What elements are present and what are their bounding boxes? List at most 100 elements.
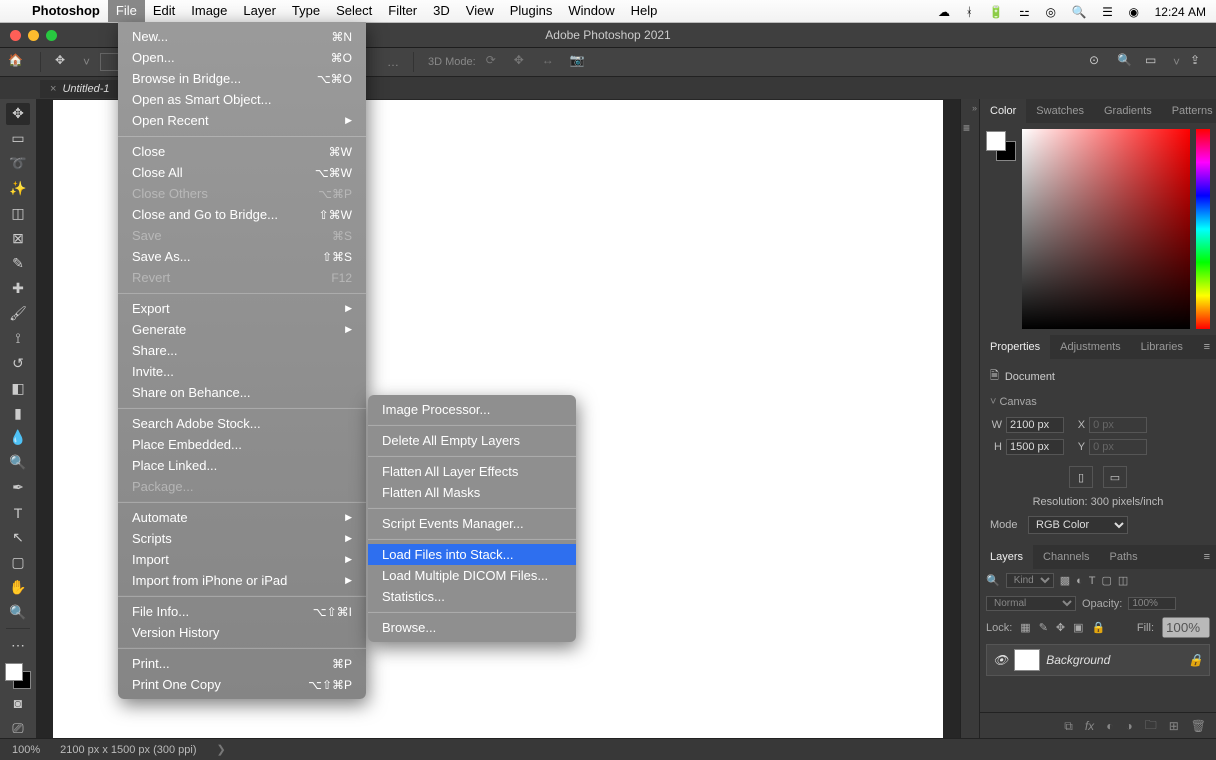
menu-item[interactable]: Open Recent▶ xyxy=(118,110,366,131)
menu-item[interactable]: Close⌘W xyxy=(118,141,366,162)
3d-pan-icon[interactable]: ✥ xyxy=(514,53,532,71)
cloud-docs-icon[interactable]: ⊙ xyxy=(1089,53,1107,71)
lock-artboard-icon[interactable]: ▣ xyxy=(1073,621,1083,634)
menu-item[interactable]: Import from iPhone or iPad▶ xyxy=(118,570,366,591)
blend-mode-select[interactable]: Normal xyxy=(986,596,1076,611)
color-field[interactable] xyxy=(1022,129,1190,329)
search-icon[interactable]: 🔍 xyxy=(1117,53,1135,71)
menu-item[interactable]: Flatten All Masks xyxy=(368,482,576,503)
move-tool-icon[interactable]: ✥ xyxy=(55,53,73,71)
lock-position-icon[interactable]: ✥ xyxy=(1056,621,1065,634)
menu-plugins[interactable]: Plugins xyxy=(502,0,561,22)
menu-select[interactable]: Select xyxy=(328,0,380,22)
share-icon[interactable]: ⇪ xyxy=(1190,53,1208,71)
stamp-tool[interactable]: ⟟ xyxy=(6,327,30,349)
layer-row[interactable]: 👁 Background 🔒 xyxy=(986,644,1210,676)
menu-filter[interactable]: Filter xyxy=(380,0,425,22)
menu-item[interactable]: Delete All Empty Layers xyxy=(368,430,576,451)
filter-adjust-icon[interactable]: ◐ xyxy=(1076,575,1083,587)
menu-type[interactable]: Type xyxy=(284,0,328,22)
hue-slider[interactable] xyxy=(1196,129,1210,329)
menu-item[interactable]: Print...⌘P xyxy=(118,653,366,674)
menu-item[interactable]: Save As...⇧⌘S xyxy=(118,246,366,267)
tab-color[interactable]: Color xyxy=(980,99,1026,123)
siri-icon[interactable]: ◉ xyxy=(1129,5,1139,19)
wand-tool[interactable]: ✨ xyxy=(6,178,30,200)
color-swatches[interactable] xyxy=(5,663,31,689)
frame-tool[interactable]: ⊠ xyxy=(6,228,30,250)
status-more-icon[interactable]: ❯ xyxy=(217,743,226,756)
tab-gradients[interactable]: Gradients xyxy=(1094,99,1162,123)
history-panel-icon[interactable]: ≡ xyxy=(963,121,977,135)
menu-window[interactable]: Window xyxy=(560,0,622,22)
menu-help[interactable]: Help xyxy=(623,0,666,22)
hand-tool[interactable]: ✋ xyxy=(6,577,30,599)
collapsed-panel-strip[interactable]: » ≡ xyxy=(960,99,980,739)
3d-slide-icon[interactable]: ↔ xyxy=(542,53,560,71)
color-swatch-pair[interactable] xyxy=(986,129,1016,329)
crop-tool[interactable]: ◫ xyxy=(6,203,30,225)
menu-item[interactable]: New...⌘N xyxy=(118,26,366,47)
eraser-tool[interactable]: ◧ xyxy=(6,377,30,399)
menu-item[interactable]: File Info...⌥⇧⌘I xyxy=(118,601,366,622)
marquee-tool[interactable]: ▭ xyxy=(6,128,30,150)
tab-close-icon[interactable]: × xyxy=(50,83,56,95)
color-mode-select[interactable]: RGB Color xyxy=(1028,516,1128,534)
menu-item[interactable]: Script Events Manager... xyxy=(368,513,576,534)
menu-item[interactable]: Browse... xyxy=(368,617,576,638)
3d-orbit-icon[interactable]: ⟳ xyxy=(486,53,504,71)
menu-item[interactable]: Search Adobe Stock... xyxy=(118,413,366,434)
tab-swatches[interactable]: Swatches xyxy=(1026,99,1094,123)
canvas-section-label[interactable]: Canvas xyxy=(999,396,1036,408)
width-input[interactable] xyxy=(1006,417,1064,433)
move-tool[interactable]: ✥ xyxy=(6,103,30,125)
menu-item[interactable]: Place Linked... xyxy=(118,455,366,476)
lock-paint-icon[interactable]: ✎ xyxy=(1039,621,1048,634)
gradient-tool[interactable]: ▮ xyxy=(6,402,30,424)
menu-item[interactable]: Share on Behance... xyxy=(118,382,366,403)
quickmask-tool[interactable]: ◙ xyxy=(6,692,30,714)
edit-toolbar-icon[interactable]: ⋯ xyxy=(6,634,30,656)
screenmode-tool[interactable]: ⎚ xyxy=(6,717,30,739)
tab-channels[interactable]: Channels xyxy=(1033,545,1099,569)
menu-view[interactable]: View xyxy=(458,0,502,22)
pen-tool[interactable]: ✒ xyxy=(6,477,30,499)
height-input[interactable] xyxy=(1006,439,1064,455)
menu-image[interactable]: Image xyxy=(183,0,235,22)
tab-paths[interactable]: Paths xyxy=(1100,545,1148,569)
zoom-level[interactable]: 100% xyxy=(12,744,40,756)
menu-item[interactable]: Share... xyxy=(118,340,366,361)
group-icon[interactable]: 🗀 xyxy=(1145,716,1157,737)
menu-item[interactable]: Scripts▶ xyxy=(118,528,366,549)
eyedropper-tool[interactable]: ✎ xyxy=(6,253,30,275)
tab-libraries[interactable]: Libraries xyxy=(1131,335,1193,359)
brush-tool[interactable]: 🖌 xyxy=(6,302,30,324)
tab-properties[interactable]: Properties xyxy=(980,335,1050,359)
menu-item[interactable]: Close and Go to Bridge...⇧⌘W xyxy=(118,204,366,225)
healing-tool[interactable]: ✚ xyxy=(6,277,30,299)
tab-adjustments[interactable]: Adjustments xyxy=(1050,335,1131,359)
filter-smart-icon[interactable]: ◫ xyxy=(1118,574,1128,587)
3d-camera-icon[interactable]: 📷 xyxy=(570,53,588,71)
menu-item[interactable]: Open...⌘O xyxy=(118,47,366,68)
home-icon[interactable]: 🏠 xyxy=(8,53,26,71)
panel-menu-icon[interactable]: ≡ xyxy=(1198,551,1216,563)
layer-filter-select[interactable]: Kind xyxy=(1006,573,1054,588)
menu-item[interactable]: Invite... xyxy=(118,361,366,382)
path-tool[interactable]: ↖ xyxy=(6,527,30,549)
layer-mask-icon[interactable]: ◐ xyxy=(1106,719,1113,733)
lock-pixels-icon[interactable]: ▦ xyxy=(1020,621,1030,634)
menu-item[interactable]: Generate▶ xyxy=(118,319,366,340)
spotlight-icon[interactable]: 🔍 xyxy=(1072,5,1087,19)
menu-edit[interactable]: Edit xyxy=(145,0,183,22)
menu-item[interactable]: Close All⌥⌘W xyxy=(118,162,366,183)
menu-3d[interactable]: 3D xyxy=(425,0,458,22)
layer-thumbnail[interactable] xyxy=(1014,649,1040,671)
menu-file[interactable]: File xyxy=(108,0,145,22)
history-brush-tool[interactable]: ↺ xyxy=(6,352,30,374)
tab-patterns[interactable]: Patterns xyxy=(1162,99,1216,123)
dodge-tool[interactable]: 🔍 xyxy=(6,452,30,474)
menu-item[interactable]: Open as Smart Object... xyxy=(118,89,366,110)
type-tool[interactable]: T xyxy=(6,502,30,524)
link-layers-icon[interactable]: ⧉ xyxy=(1064,719,1073,734)
